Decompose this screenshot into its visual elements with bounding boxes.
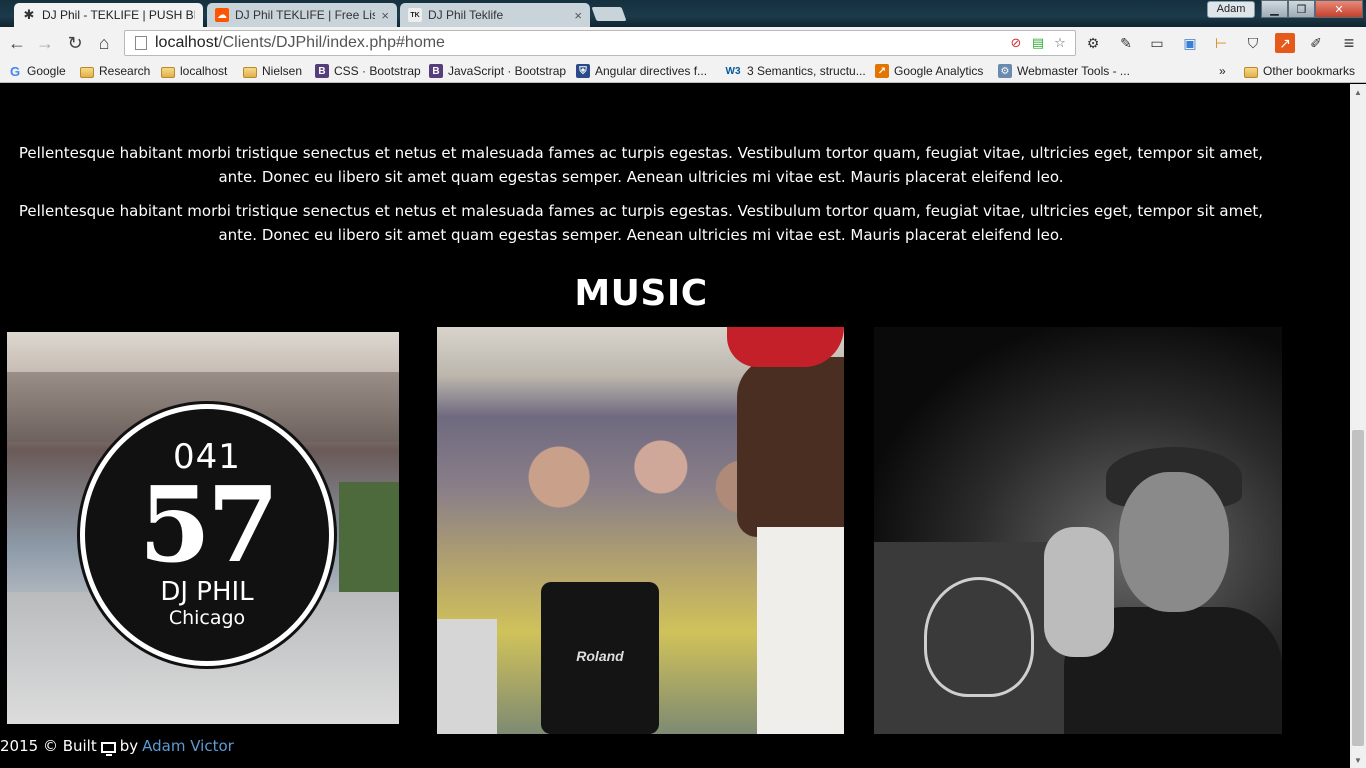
url-text: localhost/Clients/DJPhil/index.php#home (155, 34, 445, 51)
browser-toolbar: ← → ↻ ⌂ localhost/Clients/DJPhil/index.p… (0, 27, 1366, 59)
emblem-name: DJ PHIL (160, 577, 254, 607)
analytics-ext-icon[interactable]: ↗ (1275, 33, 1295, 53)
page-scrollbar[interactable]: ▲ ▼ (1350, 84, 1366, 768)
bookmark-google[interactable]: G Google (8, 62, 66, 80)
tab-title: DJ Phil Teklife (428, 8, 504, 22)
bookmark-js-bootstrap[interactable]: B JavaScript · Bootstrap (429, 62, 566, 80)
close-icon[interactable]: × (574, 8, 582, 23)
tab-soundcloud[interactable]: ☁ DJ Phil TEKLIFE | Free Liste × (207, 3, 397, 27)
page-icon (135, 36, 147, 50)
browser-titlebar: ✱ DJ Phil - TEKLIFE | PUSH BI ☁ DJ Phil … (0, 0, 1366, 27)
webmaster-icon: ⚙ (998, 64, 1012, 78)
bookmarks-overflow-button[interactable]: » (1219, 62, 1226, 80)
eyedropper-icon[interactable]: ✎ (1116, 33, 1136, 53)
footer-by: by (119, 737, 139, 755)
star-icon[interactable]: ☆ (1051, 34, 1069, 52)
footer: 2015 © Built by Adam Victor (0, 735, 234, 757)
author-link[interactable]: Adam Victor (142, 737, 234, 755)
extension-gear-icon[interactable]: ⚙ (1083, 33, 1103, 53)
album-photo-portrait[interactable] (874, 327, 1282, 734)
footer-copyright: 2015 © Built (0, 737, 97, 755)
bookmark-localhost[interactable]: localhost (161, 62, 227, 80)
tab-title: DJ Phil - TEKLIFE | PUSH BI (42, 8, 195, 22)
other-bookmarks[interactable]: Other bookmarks (1244, 62, 1355, 80)
ruler-icon[interactable]: ▭ (1147, 33, 1167, 53)
tab-teklife[interactable]: TK DJ Phil Teklife × (400, 3, 590, 27)
new-tab-button[interactable] (591, 7, 627, 21)
close-icon[interactable]: × (381, 8, 389, 23)
album-photo-studio[interactable]: Roland (437, 327, 844, 734)
bookmark-research[interactable]: Research (80, 62, 150, 80)
folder-icon (80, 66, 94, 78)
analytics-icon: ↗ (875, 64, 889, 78)
maximize-button[interactable]: ❐ (1288, 0, 1315, 18)
home-button[interactable]: ⌂ (93, 32, 115, 54)
folder-icon (161, 66, 175, 78)
w3c-icon: W3 (725, 65, 741, 77)
reload-button[interactable]: ↻ (64, 32, 86, 54)
cup-icon[interactable]: ⛉ (1243, 33, 1263, 53)
bookmark-webmaster-tools[interactable]: ⚙ Webmaster Tools - ... (998, 62, 1130, 80)
close-window-button[interactable]: ✕ (1315, 0, 1363, 18)
dj-phil-emblem: 041 57 DJ PHIL Chicago (80, 404, 334, 666)
minimize-button[interactable]: ▁ (1261, 0, 1288, 18)
tab-dj-phil-teklife[interactable]: ✱ DJ Phil - TEKLIFE | PUSH BI (14, 3, 203, 27)
bookmark-w3-semantics[interactable]: W3 3 Semantics, structu... (724, 62, 866, 80)
monitor-icon (100, 741, 116, 756)
bookmark-css-bootstrap[interactable]: B CSS · Bootstrap (315, 62, 421, 80)
teklife-icon: TK (408, 8, 422, 22)
menu-icon[interactable]: ≡ (1339, 33, 1359, 53)
angular-icon: ⛨ (576, 64, 590, 78)
google-icon: G (9, 63, 21, 79)
window-resizer-icon[interactable]: ▣ (1180, 33, 1200, 53)
scroll-down-arrow[interactable]: ▼ (1350, 752, 1366, 768)
scrollbar-thumb[interactable] (1352, 430, 1364, 746)
page-viewport: Pellentesque habitant morbi tristique se… (0, 84, 1350, 768)
soundcloud-icon: ☁ (215, 8, 229, 22)
skull-graphic (924, 577, 1034, 697)
pin-icon[interactable]: ⊢ (1211, 33, 1231, 53)
bookmarks-bar: G Google Research localhost Nielsen B CSS … (0, 59, 1366, 83)
gear-icon: ✱ (23, 7, 35, 22)
scroll-up-arrow[interactable]: ▲ (1350, 84, 1366, 100)
bookmark-angular[interactable]: ⛨ Angular directives f... (576, 62, 707, 80)
folder-icon (1244, 66, 1258, 78)
bookmark-google-analytics[interactable]: ↗ Google Analytics (875, 62, 983, 80)
back-button[interactable]: ← (6, 32, 28, 54)
music-heading: MUSIC (574, 273, 708, 314)
speaker: Roland (541, 582, 659, 734)
forward-button[interactable]: → (34, 32, 56, 54)
album-cover-041-57[interactable]: 041 57 DJ PHIL Chicago (7, 332, 399, 724)
profile-button[interactable]: Adam (1207, 1, 1255, 18)
edit-icon[interactable]: ✐ (1306, 33, 1326, 53)
intro-paragraph: Pellentesque habitant morbi tristique se… (18, 202, 1264, 244)
bootstrap-icon: B (315, 64, 329, 78)
bookmark-nielsen[interactable]: Nielsen (243, 62, 302, 80)
emblem-city: Chicago (168, 607, 246, 629)
intro-paragraph: Pellentesque habitant morbi tristique se… (18, 144, 1264, 186)
folder-icon (243, 66, 257, 78)
rss-icon[interactable]: ▤ (1029, 34, 1047, 52)
blocked-content-icon[interactable]: ⊘ (1007, 34, 1025, 52)
speaker-brand: Roland (576, 648, 624, 664)
emblem-big-number: 57 (138, 463, 280, 586)
tab-title: DJ Phil TEKLIFE | Free Liste (235, 8, 376, 22)
bootstrap-icon: B (429, 64, 443, 78)
address-bar[interactable]: localhost/Clients/DJPhil/index.php#home … (124, 30, 1076, 56)
